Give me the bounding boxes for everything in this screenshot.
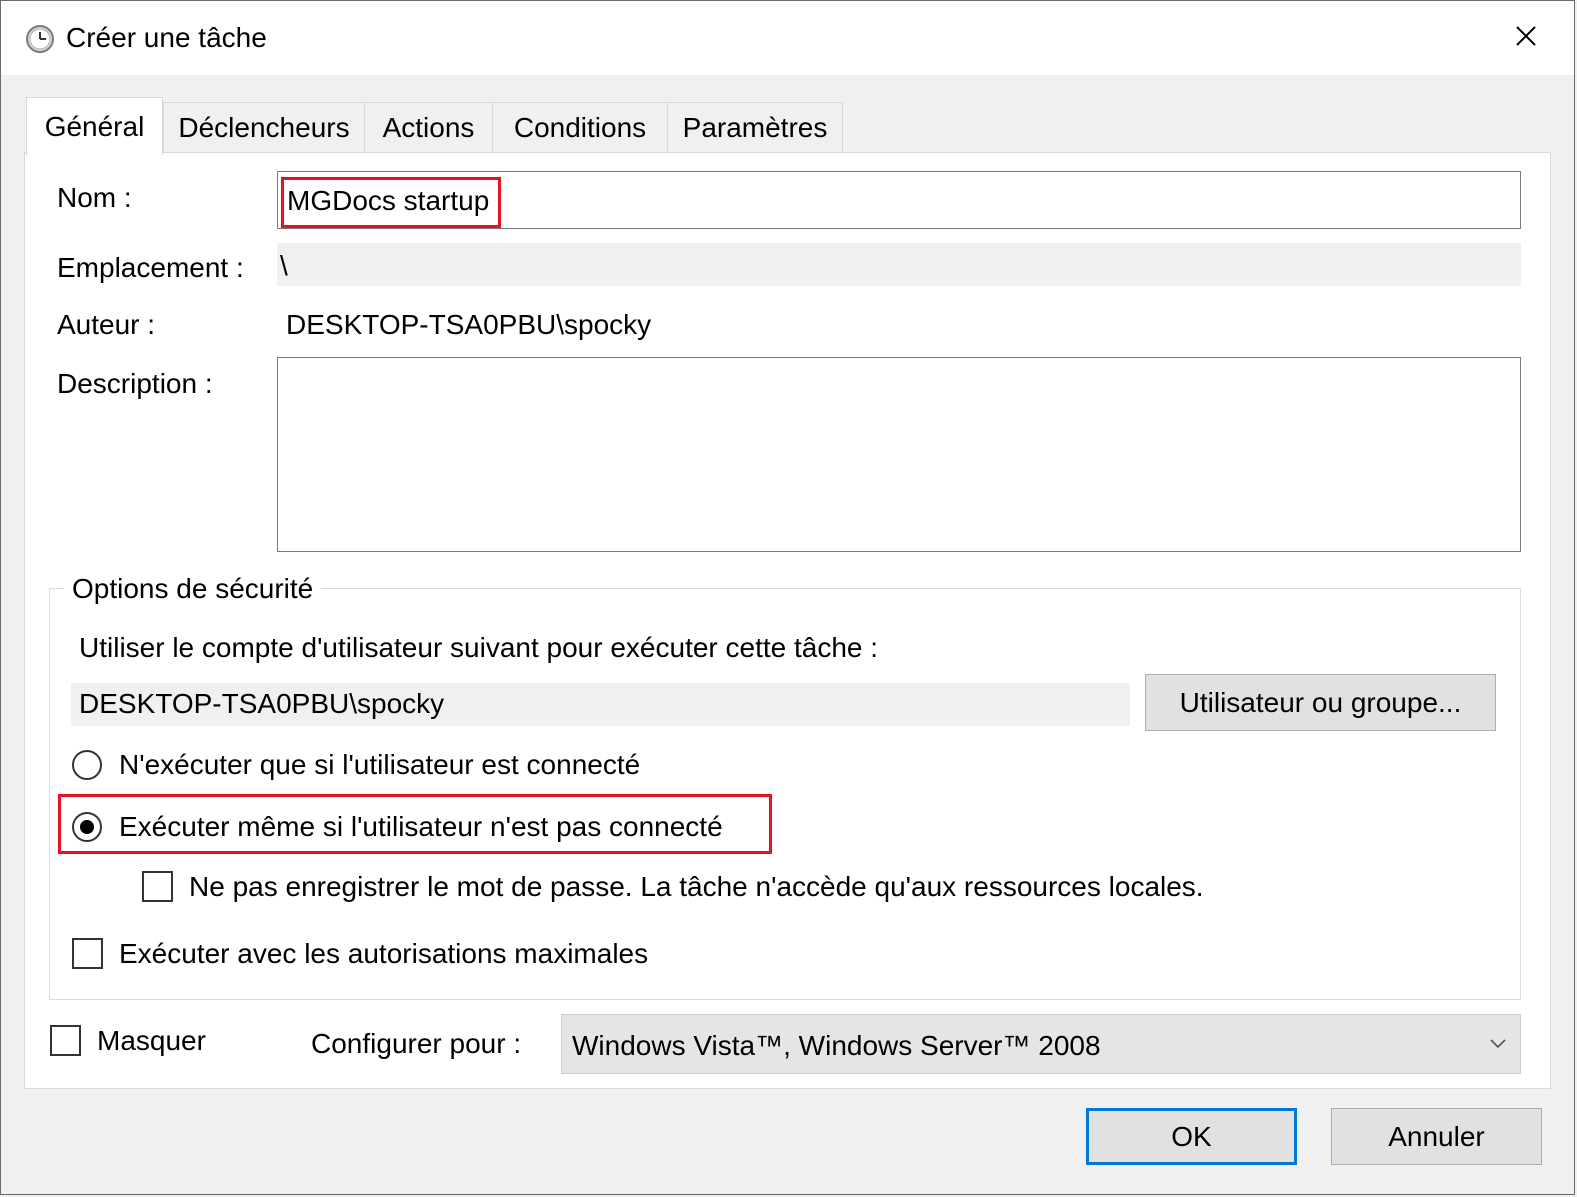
tab-actions[interactable]: Actions [364, 102, 493, 152]
name-label: Nom : [57, 182, 132, 213]
location-label: Emplacement : [57, 252, 244, 283]
close-icon [1516, 26, 1536, 46]
account-value: DESKTOP-TSA0PBU\spocky [79, 688, 445, 719]
highest-privileges-checkbox[interactable] [72, 938, 103, 969]
tab-label: Déclencheurs [178, 111, 350, 143]
highest-privileges-label: Exécuter avec les autorisations maximale… [119, 938, 649, 969]
tab-triggers[interactable]: Déclencheurs [163, 102, 365, 152]
cancel-button[interactable]: Annuler [1331, 1108, 1542, 1165]
tab-general[interactable]: Général [26, 97, 163, 155]
tab-label: Conditions [513, 111, 647, 143]
no-store-password-label: Ne pas enregistrer le mot de passe. La t… [189, 871, 1204, 902]
author-value: DESKTOP-TSA0PBU\spocky [286, 309, 652, 340]
account-prompt: Utiliser le compte d'utilisateur suivant… [79, 632, 879, 663]
description-label: Description : [57, 368, 213, 399]
description-textarea[interactable] [277, 357, 1521, 552]
no-store-password-checkbox[interactable] [142, 871, 173, 902]
tab-label: Paramètres [682, 111, 828, 143]
run-only-logged-on-radio[interactable] [72, 750, 102, 780]
author-label: Auteur : [57, 309, 156, 340]
configure-for-value: Windows Vista™, Windows Server™ 2008 [572, 1030, 1101, 1061]
run-whether-logged-label: Exécuter même si l'utilisateur n'est pas… [119, 811, 723, 842]
name-highlight-box [281, 177, 501, 228]
hidden-checkbox[interactable] [50, 1025, 81, 1056]
configure-for-label: Configurer pour : [311, 1028, 522, 1059]
location-value: \ [280, 250, 288, 281]
close-button[interactable] [1500, 10, 1552, 62]
security-options-title: Options de sécurité [64, 571, 322, 607]
tab-conditions[interactable]: Conditions [492, 102, 668, 152]
tab-label: Actions [382, 111, 475, 143]
user-or-group-button-label: Utilisateur ou groupe... [1179, 686, 1462, 718]
hidden-label: Masquer [97, 1025, 206, 1056]
location-field [277, 243, 1521, 286]
task-scheduler-clock-icon [24, 22, 56, 54]
ok-button-label: OK [1171, 1120, 1212, 1152]
ok-button[interactable]: OK [1086, 1108, 1297, 1165]
run-only-logged-on-label: N'exécuter que si l'utilisateur est conn… [119, 749, 641, 780]
tab-settings[interactable]: Paramètres [667, 102, 843, 152]
user-or-group-button[interactable]: Utilisateur ou groupe... [1145, 674, 1496, 731]
window-title: Créer une tâche [66, 22, 267, 53]
tab-label: Général [44, 110, 145, 142]
chevron-down-icon [1488, 1036, 1508, 1052]
cancel-button-label: Annuler [1388, 1120, 1485, 1152]
radio-selected-dot [80, 820, 94, 834]
run-whether-logged-radio[interactable] [72, 812, 102, 842]
